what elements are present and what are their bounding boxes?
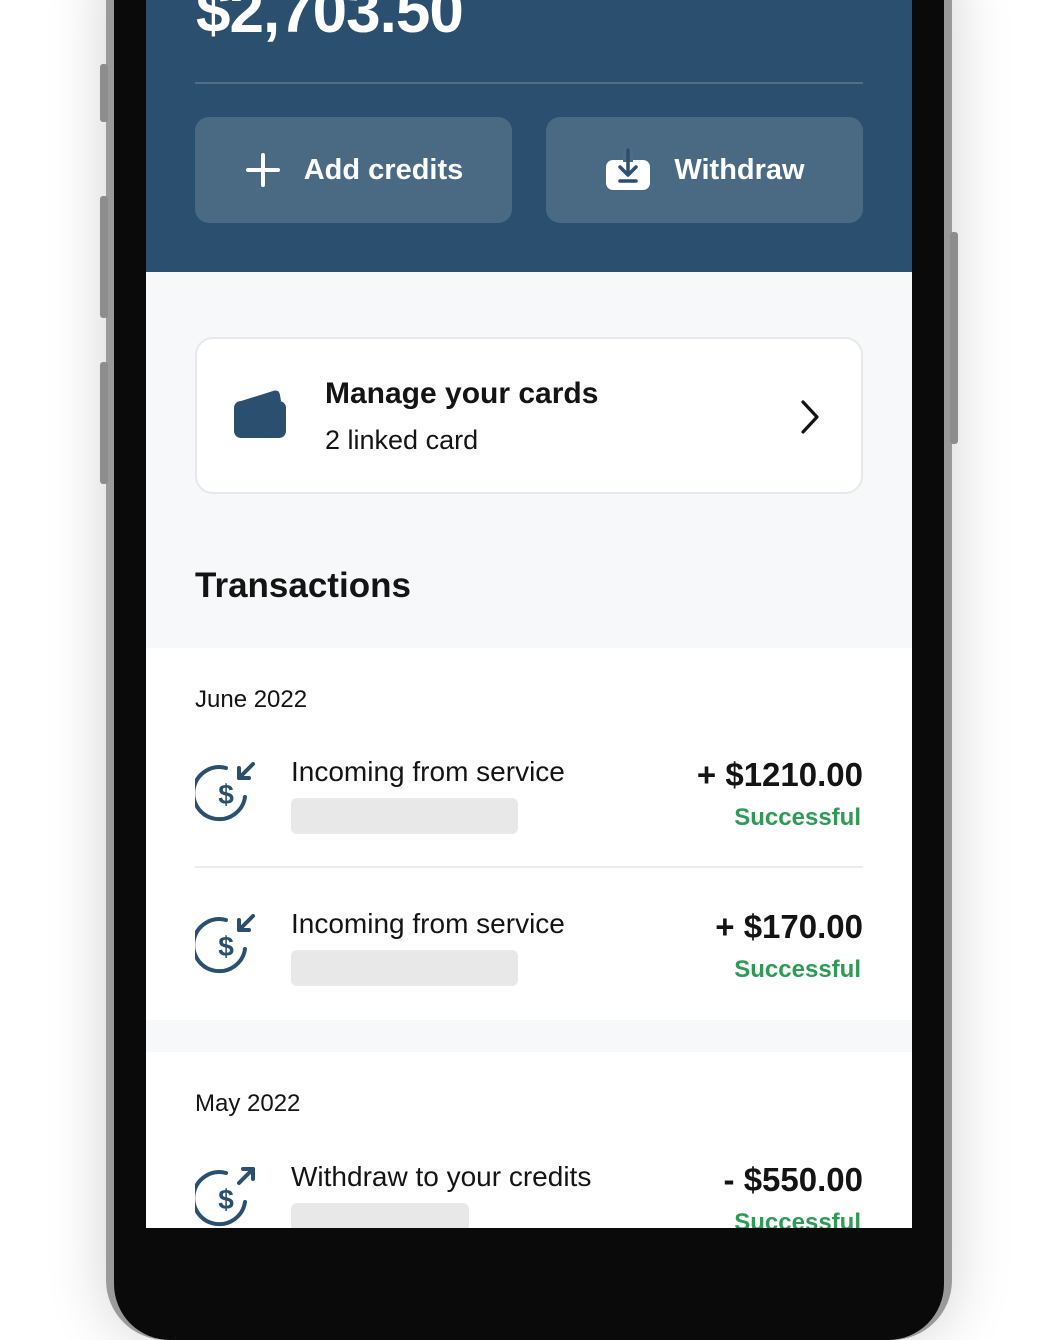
transaction-name: Incoming from service: [291, 908, 565, 939]
transaction-status: Successful: [734, 804, 861, 831]
withdraw-label: Withdraw: [674, 153, 805, 186]
transaction-group-may: May 2022 $ Withdraw to your credits - $5…: [146, 1052, 912, 1228]
wallet-icon: [233, 389, 287, 444]
outgoing-dollar-icon: $: [191, 1167, 257, 1228]
transaction-status: Successful: [734, 1209, 861, 1228]
transactions-heading: Transactions: [195, 566, 411, 605]
svg-text:$: $: [218, 1184, 234, 1215]
withdraw-button[interactable]: Withdraw: [546, 117, 863, 223]
transaction-row[interactable]: $ Incoming from service + $1210.00 Succe…: [191, 756, 863, 882]
transaction-row[interactable]: $ Withdraw to your credits - $550.00 Suc…: [191, 1161, 863, 1228]
transaction-amount: + $1210.00: [696, 756, 863, 793]
mute-switch: [100, 64, 108, 122]
wallet-header: $2,703.50 Add credits Withdraw: [146, 0, 912, 272]
row-divider: [195, 866, 863, 868]
volume-up-button: [100, 196, 108, 318]
group-label: June 2022: [195, 686, 308, 713]
manage-cards-row[interactable]: Manage your cards 2 linked card: [195, 337, 863, 494]
transaction-detail-placeholder: [291, 1203, 469, 1228]
transaction-group-june: June 2022 $ Incoming from service + $121…: [146, 648, 912, 1020]
transaction-status: Successful: [734, 956, 861, 983]
transaction-name: Withdraw to your credits: [291, 1161, 592, 1192]
group-label: May 2022: [195, 1090, 301, 1117]
plus-icon: [244, 151, 282, 189]
manage-cards-title: Manage your cards: [325, 377, 599, 410]
transaction-detail-placeholder: [291, 798, 518, 834]
linked-cards-count: 2 linked card: [325, 425, 479, 455]
svg-text:$: $: [218, 779, 234, 810]
incoming-dollar-icon: $: [191, 914, 257, 981]
add-credits-label: Add credits: [303, 153, 464, 186]
transaction-amount: + $170.00: [715, 908, 863, 945]
transaction-amount: - $550.00: [723, 1161, 863, 1198]
incoming-dollar-icon: $: [191, 762, 257, 829]
balance-amount: $2,703.50: [196, 0, 464, 46]
add-credits-button[interactable]: Add credits: [195, 117, 512, 223]
download-tray-icon: [604, 148, 652, 192]
transaction-detail-placeholder: [291, 950, 518, 986]
app-screen: $2,703.50 Add credits Withdraw Manage yo…: [146, 0, 912, 1228]
volume-down-button: [100, 362, 108, 484]
transaction-row[interactable]: $ Incoming from service + $170.00 Succes…: [191, 908, 863, 1034]
power-button: [950, 232, 958, 444]
transaction-name: Incoming from service: [291, 756, 565, 787]
header-divider: [195, 82, 863, 84]
svg-text:$: $: [218, 931, 234, 962]
chevron-right-icon: [799, 399, 821, 440]
